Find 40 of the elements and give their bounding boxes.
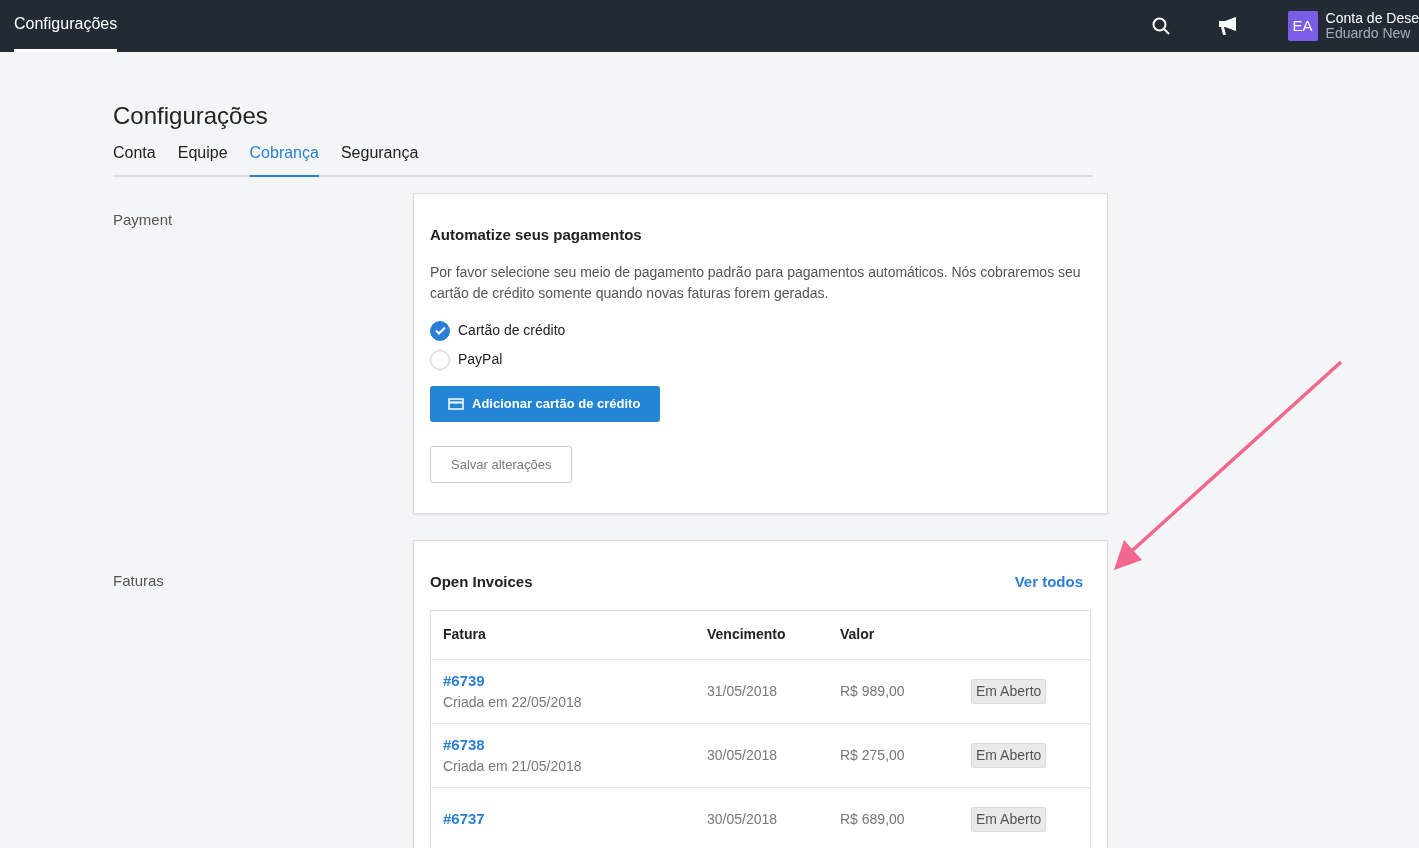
- column-header: Valor: [840, 625, 876, 645]
- table-cell-text: 30/05/2018: [707, 809, 779, 829]
- table-cell-text: R$ 689,00: [840, 809, 906, 829]
- section-label: Payment: [113, 209, 174, 230]
- tab[interactable]: Conta: [113, 140, 156, 177]
- tab[interactable]: Equipe: [177, 140, 228, 177]
- user-name: Eduardo New: [1325, 26, 1412, 41]
- section-label: Faturas: [113, 571, 165, 592]
- table-cell-text: R$ 989,00: [840, 681, 906, 701]
- view-all-link[interactable]: Ver todos: [1014, 571, 1083, 594]
- page-title: Configurações: [113, 102, 269, 131]
- check-icon: [434, 326, 446, 336]
- invoice-link[interactable]: #6737: [443, 808, 707, 831]
- radio-button[interactable]: [430, 320, 450, 341]
- created-date: Criada em 21/05/2018: [443, 757, 583, 777]
- tab[interactable]: Cobrança: [249, 140, 319, 177]
- column-header: Vencimento: [707, 625, 787, 645]
- save-button[interactable]: Salvar alterações: [430, 445, 573, 484]
- invoice-link[interactable]: #6739: [443, 669, 707, 693]
- add-card-button[interactable]: Adicionar cartão de crédito: [430, 386, 661, 422]
- status-badge: Em Aberto: [971, 742, 1047, 768]
- description: Por favor selecione seu meio de pagamento padrão para pagamentos automáticos. Nós cobraremos seu cartão de crédito somente quando novas faturas forem geradas.: [430, 263, 1082, 304]
- card-title: Automatize seus pagamentos: [430, 224, 643, 245]
- created-date: Criada em 22/05/2018: [443, 693, 583, 713]
- tab[interactable]: Segurança: [340, 140, 419, 177]
- status-badge: Em Aberto: [971, 806, 1047, 832]
- table-cell-text: 30/05/2018: [707, 745, 779, 765]
- column-header: Fatura: [443, 625, 487, 645]
- credit-card-icon: [448, 398, 464, 411]
- status-badge: Em Aberto: [971, 678, 1047, 704]
- avatar[interactable]: EA: [1287, 11, 1318, 41]
- option-label: Cartão de crédito: [458, 321, 566, 341]
- invoice-link[interactable]: #6738: [443, 733, 707, 757]
- card-title: Open Invoices: [430, 572, 533, 593]
- option-label: PayPal: [458, 350, 503, 370]
- app-title: Configurações: [14, 0, 118, 52]
- account-name: Conta de Dese: [1325, 11, 1419, 26]
- search-icon[interactable]: [1151, 17, 1170, 35]
- table-cell-text: R$ 275,00: [840, 745, 906, 765]
- table-cell-text: 31/05/2018: [707, 681, 779, 701]
